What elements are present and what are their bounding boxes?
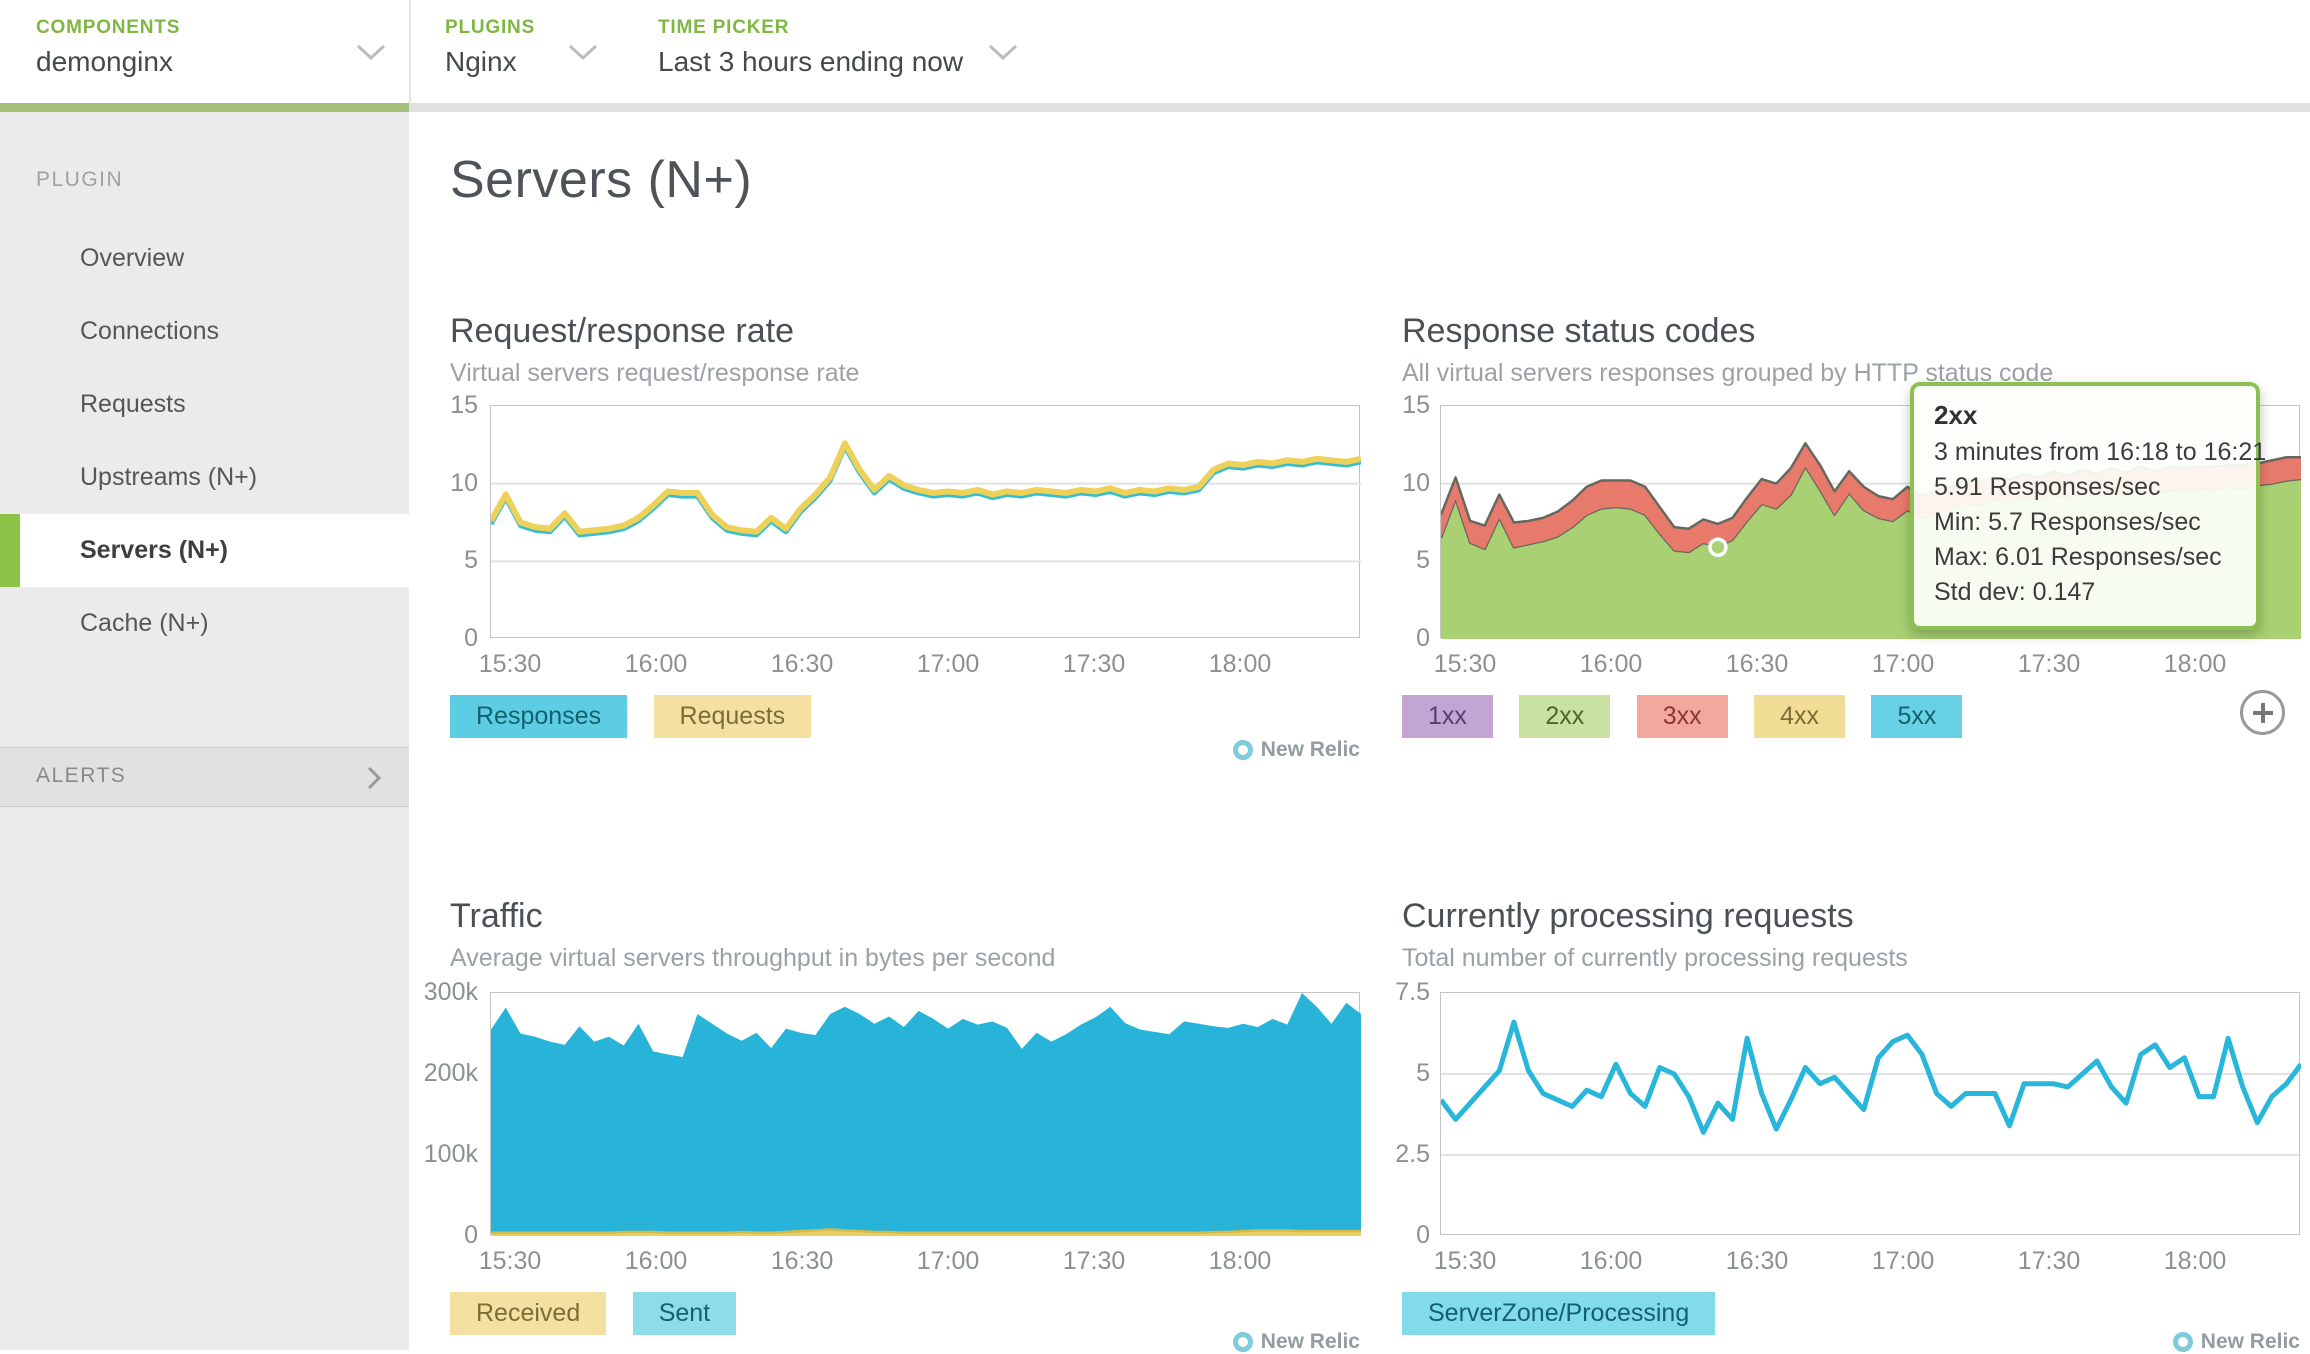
chart-legend: Responses Requests — [450, 695, 833, 738]
tooltip-timerange: 3 minutes from 16:18 to 16:21 — [1934, 435, 2236, 470]
time-picker-value: Last 3 hours ending now — [658, 46, 963, 78]
new-relic-icon — [2173, 1332, 2193, 1352]
components-dropdown[interactable]: COMPONENTS demonginx — [36, 0, 406, 103]
y-axis-labels: 300k200k 100k0 — [328, 980, 478, 1247]
chart-legend: Received Sent — [450, 1292, 758, 1335]
legend-serverzone-processing[interactable]: ServerZone/Processing — [1402, 1292, 1715, 1335]
chart-subtitle: Virtual servers request/response rate — [450, 359, 1360, 388]
chevron-down-icon[interactable] — [356, 44, 386, 66]
chart-legend: ServerZone/Processing — [1402, 1292, 1737, 1335]
tooltip-series-name: 2xx — [1934, 400, 2236, 431]
chevron-down-icon[interactable] — [988, 44, 1018, 66]
y-axis-labels: 1510 50 — [1280, 393, 1430, 650]
chart-traffic: Traffic Average virtual servers throughp… — [450, 897, 1360, 973]
y-axis-labels: 7.55 2.50 — [1280, 980, 1430, 1247]
top-header: COMPONENTS demonginx PLUGINS Nginx TIME … — [0, 0, 2310, 103]
legend-responses[interactable]: Responses — [450, 695, 627, 738]
chart-title: Request/response rate — [450, 312, 1360, 351]
sidebar-alerts-row[interactable]: ALERTS — [0, 747, 409, 807]
expand-chart-icon[interactable] — [2240, 690, 2285, 735]
tooltip-value: 5.91 Responses/sec — [1934, 470, 2236, 505]
tooltip-min: Min: 5.7 Responses/sec — [1934, 505, 2236, 540]
chart-response-status-codes: Response status codes All virtual server… — [1402, 312, 2300, 388]
time-picker-dropdown[interactable]: TIME PICKER Last 3 hours ending now — [658, 0, 1038, 103]
page-title: Servers (N+) — [450, 150, 752, 210]
time-picker-label: TIME PICKER — [658, 17, 789, 39]
chevron-right-icon — [367, 766, 381, 790]
active-item-indicator — [0, 514, 20, 587]
legend-received[interactable]: Received — [450, 1292, 606, 1335]
plugin-section-heading: PLUGIN — [36, 168, 123, 192]
legend-sent[interactable]: Sent — [633, 1292, 736, 1335]
plugins-value: Nginx — [445, 46, 517, 78]
header-border-bar — [409, 103, 2310, 112]
new-relic-logo[interactable]: New Relic — [1233, 1330, 1360, 1354]
chart-subtitle: Average virtual servers throughput in by… — [450, 944, 1360, 973]
chevron-down-icon[interactable] — [568, 44, 598, 66]
chart-request-response-rate: Request/response rate Virtual servers re… — [450, 312, 1360, 388]
new-relic-icon — [1233, 1332, 1253, 1352]
chart-subtitle: Total number of currently processing req… — [1402, 944, 2300, 973]
chart-title: Currently processing requests — [1402, 897, 2300, 936]
new-relic-logo[interactable]: New Relic — [1233, 738, 1360, 762]
components-value: demonginx — [36, 46, 173, 78]
plugins-label: PLUGINS — [445, 17, 535, 39]
legend-4xx[interactable]: 4xx — [1754, 695, 1845, 738]
x-axis-labels: 15:3016:00 16:3017:00 17:3018:00 — [1440, 1247, 2300, 1277]
x-axis-labels: 15:3016:00 16:3017:00 17:3018:00 — [490, 650, 1360, 680]
alerts-label: ALERTS — [36, 764, 126, 788]
new-relic-logo[interactable]: New Relic — [2173, 1330, 2300, 1354]
components-label: COMPONENTS — [36, 17, 180, 39]
x-axis-labels: 15:3016:00 16:3017:00 17:3018:00 — [1440, 650, 2300, 680]
chart-title: Response status codes — [1402, 312, 2300, 351]
y-axis-labels: 1510 50 — [328, 393, 478, 650]
header-accent-bar — [0, 103, 409, 112]
new-relic-icon — [1233, 740, 1253, 760]
x-axis-labels: 15:3016:00 16:3017:00 17:3018:00 — [490, 1247, 1360, 1277]
legend-5xx[interactable]: 5xx — [1871, 695, 1962, 738]
chart-currently-processing: Currently processing requests Total numb… — [1402, 897, 2300, 973]
chart-tooltip: 2xx 3 minutes from 16:18 to 16:21 5.91 R… — [1910, 382, 2260, 630]
sidebar-item-overview[interactable]: Overview — [0, 222, 409, 295]
tooltip-max: Max: 6.01 Responses/sec — [1934, 540, 2236, 575]
plot-area[interactable] — [490, 992, 1360, 1235]
legend-requests[interactable]: Requests — [654, 695, 812, 738]
plot-area[interactable] — [490, 405, 1360, 638]
header-divider — [409, 0, 411, 103]
plot-area[interactable] — [1440, 992, 2300, 1235]
legend-2xx[interactable]: 2xx — [1519, 695, 1610, 738]
legend-3xx[interactable]: 3xx — [1637, 695, 1728, 738]
plugins-dropdown[interactable]: PLUGINS Nginx — [445, 0, 615, 103]
tooltip-stddev: Std dev: 0.147 — [1934, 575, 2236, 610]
sidebar-item-connections[interactable]: Connections — [0, 295, 409, 368]
sidebar-item-label: Servers (N+) — [80, 536, 228, 564]
chart-title: Traffic — [450, 897, 1360, 936]
legend-1xx[interactable]: 1xx — [1402, 695, 1493, 738]
chart-legend: 1xx 2xx 3xx 4xx 5xx — [1402, 695, 1984, 738]
